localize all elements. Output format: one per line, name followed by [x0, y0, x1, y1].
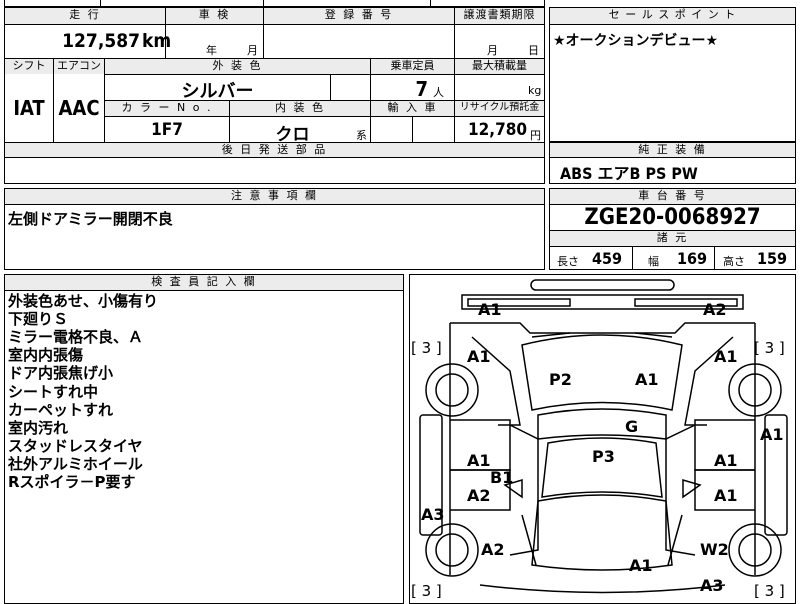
height-value: 159	[757, 249, 788, 268]
inspector-note: 外装色あせ、小傷有り	[8, 292, 159, 310]
damage-mark: A1	[467, 347, 491, 366]
tire-tread-mark: [ 3 ]	[411, 582, 442, 600]
inspector-note: 室内汚れ	[8, 419, 69, 437]
shift-header: シフト	[5, 59, 53, 74]
capacity-header: 乗車定員	[371, 59, 454, 74]
damage-mark: A3	[700, 576, 724, 595]
max-load-header: 最大積載量	[455, 59, 544, 74]
inspector-note: スタッドレスタイヤ	[8, 437, 143, 455]
damage-mark: A3	[421, 505, 445, 524]
mileage-value: 127,587	[62, 30, 140, 52]
exterior-color-header: 外 装 色	[105, 59, 370, 74]
shaken-month-unit: 月	[247, 44, 258, 57]
interior-color-header: 内 装 色	[230, 101, 370, 116]
height-label: 高さ	[723, 255, 745, 268]
recycle-fee-value: 12,780	[467, 120, 527, 140]
registration-header: 登 録 番 号	[264, 8, 454, 24]
damage-mark: W2	[700, 540, 729, 559]
inspector-note: 室内内張傷	[8, 346, 84, 364]
damage-mark: A1	[714, 486, 738, 505]
damage-mark: G	[625, 417, 639, 436]
inspector-note: Rスポイラ－P要す	[8, 473, 136, 491]
transfer-month-unit: 月	[487, 44, 498, 57]
damage-mark: A2	[467, 486, 491, 505]
damage-mark: A1	[714, 347, 738, 366]
inspector-header: 検 査 員 記 入 欄	[5, 275, 403, 290]
shaken-header: 車 検	[166, 8, 263, 24]
transfer-day-unit: 日	[528, 44, 539, 57]
chassis-header: 車 台 番 号	[550, 189, 795, 204]
color-no-header: カ ラ ー N o .	[105, 101, 229, 116]
damage-mark: P3	[592, 447, 615, 466]
inspector-note: シートすれ中	[8, 383, 99, 401]
import-header: 輸 入 車	[371, 101, 454, 116]
specs-header: 諸 元	[550, 231, 795, 246]
mileage-unit: km	[142, 30, 172, 52]
sales-point-text: ★オークションデビュー★	[553, 33, 719, 49]
width-value: 169	[677, 249, 708, 268]
inspector-note: 下廻りＳ	[8, 310, 69, 328]
sales-point-box	[549, 7, 796, 142]
length-label: 長さ	[557, 255, 579, 268]
tire-tread-mark: [ 3 ]	[754, 582, 785, 600]
tire-tread-mark: [ 3 ]	[754, 339, 785, 357]
mileage-header: 走 行	[5, 8, 165, 24]
recycle-unit: 円	[530, 129, 541, 142]
recycle-header: リサイクル預託金	[455, 101, 544, 116]
inspector-note: ミラー電格不良、Ａ	[8, 328, 144, 346]
damage-mark: A1	[635, 370, 659, 389]
top-clipped-row	[4, 0, 545, 7]
car-diagram	[419, 279, 788, 594]
sales-point-header: セ ー ル ス ポ イ ン ト	[550, 8, 795, 24]
genuine-equipment-header: 純 正 装 備	[550, 143, 795, 157]
damage-mark: A1	[714, 451, 738, 470]
damage-mark: A2	[703, 300, 727, 319]
shift-value: IAT	[13, 96, 45, 120]
capacity-unit: 人	[433, 86, 444, 99]
damage-mark: A1	[467, 451, 491, 470]
damage-mark: B1	[490, 468, 514, 487]
damage-mark: A1	[478, 300, 502, 319]
later-parts-header: 後 日 発 送 部 品	[5, 143, 544, 157]
transfer-deadline-header: 譲渡書類期限	[455, 8, 544, 24]
color-no-value: 1F7	[151, 120, 183, 140]
capacity-value: 7	[415, 77, 428, 101]
inspector-note: カーペットすれ	[8, 401, 114, 419]
load-unit: kg	[528, 84, 542, 97]
interior-suffix: 系	[356, 129, 367, 142]
aircon-header: エアコン	[54, 59, 104, 74]
caution-header: 注 意 事 項 欄	[5, 189, 544, 204]
shaken-year-unit: 年	[206, 44, 217, 57]
damage-mark: A2	[481, 540, 505, 559]
chassis-number: ZGE20-0068927	[584, 205, 761, 230]
damage-mark: P2	[549, 370, 572, 389]
damage-mark: A1	[629, 556, 653, 575]
caution-text: 左側ドアミラー開閉不良	[8, 210, 173, 228]
width-label: 幅	[648, 255, 659, 268]
aircon-value: AAC	[58, 96, 100, 120]
inspector-note: ドア内張焦げ小	[8, 364, 114, 382]
damage-map-box	[409, 274, 796, 604]
inspector-note: 社外アルミホイール	[8, 455, 143, 473]
length-value: 459	[592, 249, 623, 268]
damage-mark: A1	[760, 425, 784, 444]
genuine-equipment-value: ABS エアB PS PW	[560, 164, 698, 183]
tire-tread-mark: [ 3 ]	[411, 339, 442, 357]
